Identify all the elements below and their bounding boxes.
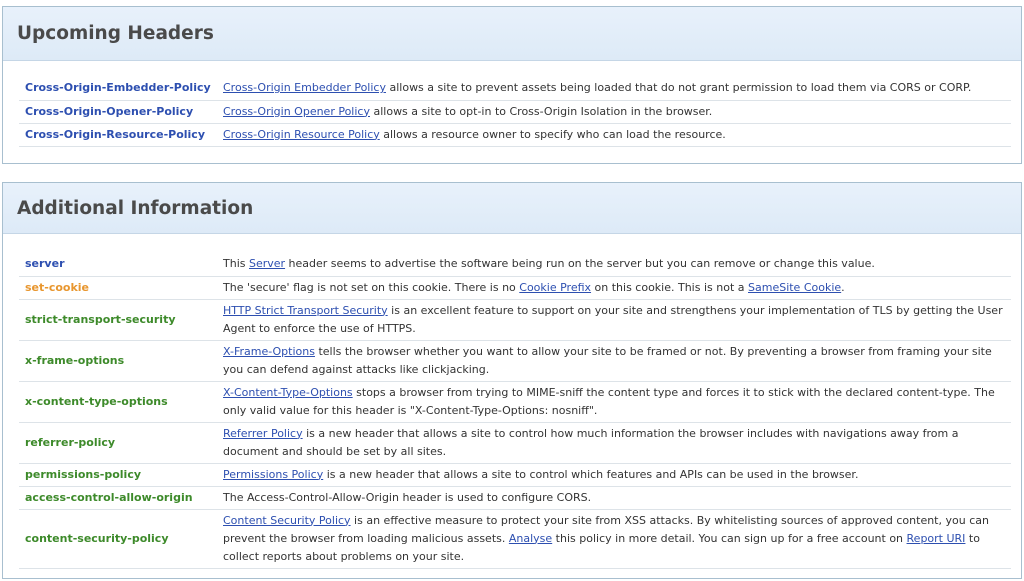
header-name-corp: Cross-Origin-Resource-Policy <box>19 123 217 147</box>
header-description-coop: Cross-Origin Opener Policy allows a site… <box>217 100 1011 124</box>
header-description-corp: Cross-Origin Resource Policy allows a re… <box>217 123 1011 147</box>
table-row: x-frame-options X-Frame-Options tells th… <box>19 340 1011 382</box>
permissions-policy-link[interactable]: Permissions Policy <box>223 468 323 481</box>
header-description-hsts: HTTP Strict Transport Security is an exc… <box>217 299 1011 341</box>
header-description-xfo: X-Frame-Options tells the browser whethe… <box>217 340 1011 382</box>
cookie-prefix-link[interactable]: Cookie Prefix <box>519 281 591 294</box>
header-name-xcto: x-content-type-options <box>19 381 217 423</box>
table-row: set-cookie The 'secure' flag is not set … <box>19 276 1011 300</box>
corp-text: allows a resource owner to specify who c… <box>379 127 726 141</box>
header-name-xfo: x-frame-options <box>19 340 217 382</box>
header-description-xcto: X-Content-Type-Options stops a browser f… <box>217 381 1011 423</box>
header-name-acao: access-control-allow-origin <box>19 486 217 510</box>
header-name-hsts: strict-transport-security <box>19 299 217 341</box>
header-description-referrer-policy: Referrer Policy is a new header that all… <box>217 422 1011 464</box>
table-row: access-control-allow-origin The Access-C… <box>19 486 1011 510</box>
report-uri-link[interactable]: Report URI <box>907 532 966 545</box>
permissions-policy-text: is a new header that allows a site to co… <box>323 467 859 481</box>
csp-text-2: this policy in more detail. You can sign… <box>552 531 907 545</box>
table-row: strict-transport-security HTTP Strict Tr… <box>19 299 1011 341</box>
set-cookie-text-1: The 'secure' flag is not set on this coo… <box>223 280 520 294</box>
coop-text: allows a site to opt-in to Cross-Origin … <box>369 104 713 118</box>
table-row: Cross-Origin-Resource-Policy Cross-Origi… <box>19 123 1011 147</box>
samesite-cookie-link[interactable]: SameSite Cookie <box>748 281 841 294</box>
coop-link[interactable]: Cross-Origin Opener Policy <box>223 105 370 118</box>
additional-information-panel: Additional Information server This Serve… <box>2 182 1022 579</box>
upcoming-headers-table: Cross-Origin-Embedder-Policy Cross-Origi… <box>19 77 1011 147</box>
header-description-server: This Server header seems to advertise th… <box>217 253 1011 277</box>
server-link[interactable]: Server <box>249 257 285 270</box>
upcoming-headers-title: Upcoming Headers <box>17 23 214 44</box>
upcoming-headers-panel: Upcoming Headers Cross-Origin-Embedder-P… <box>2 6 1022 164</box>
analyse-link[interactable]: Analyse <box>509 532 552 545</box>
server-text-2: header seems to advertise the software b… <box>285 257 875 271</box>
hsts-link[interactable]: HTTP Strict Transport Security <box>223 304 388 317</box>
additional-information-table: server This Server header seems to adver… <box>19 253 1011 569</box>
corp-link[interactable]: Cross-Origin Resource Policy <box>223 128 380 141</box>
header-description-coep: Cross-Origin Embedder Policy allows a si… <box>217 77 1011 101</box>
coep-text: allows a site to prevent assets being lo… <box>385 81 972 95</box>
set-cookie-text-3: . <box>841 280 845 294</box>
header-description-set-cookie: The 'secure' flag is not set on this coo… <box>217 276 1011 300</box>
table-row: content-security-policy Content Security… <box>19 509 1011 569</box>
header-name-csp: content-security-policy <box>19 509 217 569</box>
header-description-permissions-policy: Permissions Policy is a new header that … <box>217 463 1011 487</box>
coep-link[interactable]: Cross-Origin Embedder Policy <box>223 81 386 94</box>
set-cookie-text-2: on this cookie. This is not a <box>591 280 748 294</box>
xfo-link[interactable]: X-Frame-Options <box>223 345 315 358</box>
header-name-referrer-policy: referrer-policy <box>19 422 217 464</box>
upcoming-headers-header: Upcoming Headers <box>3 7 1021 61</box>
header-name-coep: Cross-Origin-Embedder-Policy <box>19 77 217 101</box>
header-description-csp: Content Security Policy is an effective … <box>217 509 1011 569</box>
table-row: Cross-Origin-Embedder-Policy Cross-Origi… <box>19 77 1011 101</box>
xcto-link[interactable]: X-Content-Type-Options <box>223 386 353 399</box>
table-row: server This Server header seems to adver… <box>19 253 1011 277</box>
table-row: permissions-policy Permissions Policy is… <box>19 463 1011 487</box>
server-text-1: This <box>223 257 249 271</box>
header-name-permissions-policy: permissions-policy <box>19 463 217 487</box>
referrer-policy-link[interactable]: Referrer Policy <box>223 427 303 440</box>
header-description-acao: The Access-Control-Allow-Origin header i… <box>217 486 1011 510</box>
header-name-set-cookie: set-cookie <box>19 276 217 300</box>
xfo-text: tells the browser whether you want to al… <box>223 344 992 376</box>
acao-text: The Access-Control-Allow-Origin header i… <box>223 490 592 504</box>
header-name-server: server <box>19 253 217 277</box>
referrer-policy-text: is a new header that allows a site to co… <box>223 426 959 458</box>
csp-link[interactable]: Content Security Policy <box>223 514 351 527</box>
table-row: referrer-policy Referrer Policy is a new… <box>19 422 1011 464</box>
table-row: Cross-Origin-Opener-Policy Cross-Origin … <box>19 100 1011 124</box>
additional-information-title: Additional Information <box>17 197 254 219</box>
additional-information-header: Additional Information <box>3 183 1021 234</box>
header-name-coop: Cross-Origin-Opener-Policy <box>19 100 217 124</box>
table-row: x-content-type-options X-Content-Type-Op… <box>19 381 1011 423</box>
